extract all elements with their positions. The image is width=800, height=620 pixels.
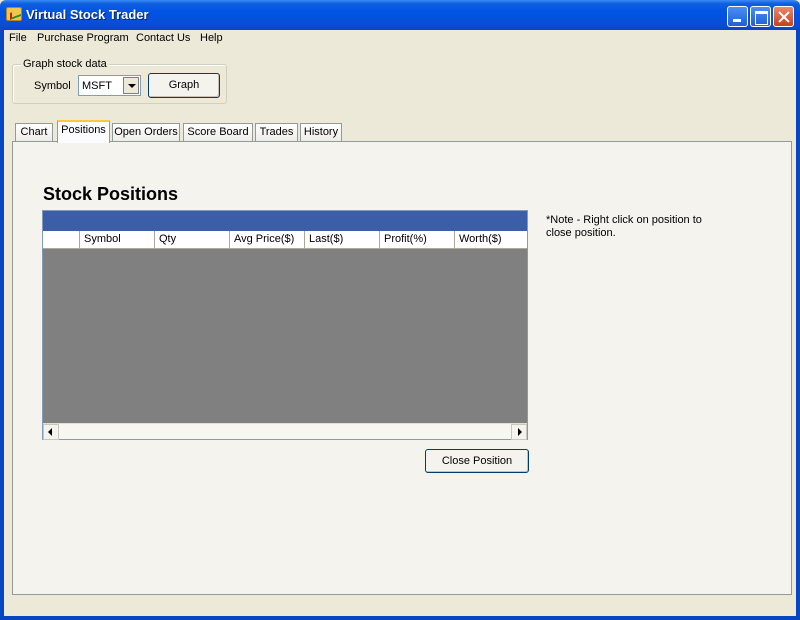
- minimize-icon[interactable]: [727, 6, 748, 27]
- column-header-last[interactable]: Last($): [304, 231, 379, 249]
- window-border-right: [796, 30, 800, 620]
- tab-positions[interactable]: Positions: [57, 120, 110, 143]
- tab-chart[interactable]: Chart: [15, 123, 53, 142]
- window-title: Virtual Stock Trader: [26, 7, 149, 22]
- close-position-note: *Note - Right click on position to close…: [546, 214, 702, 239]
- menu-help[interactable]: Help: [200, 32, 223, 44]
- group-legend: Graph stock data: [21, 58, 109, 70]
- menu-contact-us[interactable]: Contact Us: [136, 32, 190, 44]
- column-header-avg-price[interactable]: Avg Price($): [229, 231, 304, 249]
- close-icon[interactable]: [773, 6, 794, 27]
- column-header-symbol[interactable]: Symbol: [79, 231, 154, 249]
- symbol-combobox[interactable]: MSFT: [78, 75, 141, 96]
- symbol-value: MSFT: [82, 80, 112, 92]
- title-bar[interactable]: Virtual Stock Trader: [0, 0, 800, 30]
- tab-trades[interactable]: Trades: [255, 123, 298, 142]
- menu-bar: File Purchase Program Contact Us Help: [4, 30, 796, 48]
- app-chart-icon: [6, 7, 22, 21]
- page-title: Stock Positions: [43, 184, 179, 204]
- window-border-bottom: [0, 616, 800, 620]
- tab-open-orders[interactable]: Open Orders: [112, 123, 180, 142]
- positions-grid[interactable]: Symbol Qty Avg Price($) Last($) Profit(%…: [42, 210, 528, 440]
- column-header-profit[interactable]: Profit(%): [379, 231, 454, 249]
- column-header-worth[interactable]: Worth($): [454, 231, 527, 249]
- scroll-right-icon[interactable]: [511, 424, 527, 440]
- scroll-left-icon[interactable]: [43, 424, 59, 440]
- column-header-row-selector[interactable]: [43, 231, 79, 249]
- graph-button[interactable]: Graph: [148, 73, 220, 98]
- menu-file[interactable]: File: [9, 32, 27, 44]
- tab-score-board[interactable]: Score Board: [183, 123, 253, 142]
- grid-header-row: Symbol Qty Avg Price($) Last($) Profit(%…: [43, 231, 527, 249]
- symbol-label: Symbol: [34, 80, 71, 92]
- column-header-qty[interactable]: Qty: [154, 231, 229, 249]
- close-position-button[interactable]: Close Position: [425, 449, 529, 473]
- tab-history[interactable]: History: [300, 123, 342, 142]
- grid-body-empty[interactable]: [43, 250, 527, 423]
- window-border-left: [0, 30, 4, 620]
- maximize-icon[interactable]: [750, 6, 771, 27]
- horizontal-scrollbar[interactable]: [43, 423, 527, 440]
- chevron-down-icon[interactable]: [123, 77, 139, 94]
- menu-purchase-program[interactable]: Purchase Program: [37, 32, 129, 44]
- grid-caption-bar: [43, 211, 527, 231]
